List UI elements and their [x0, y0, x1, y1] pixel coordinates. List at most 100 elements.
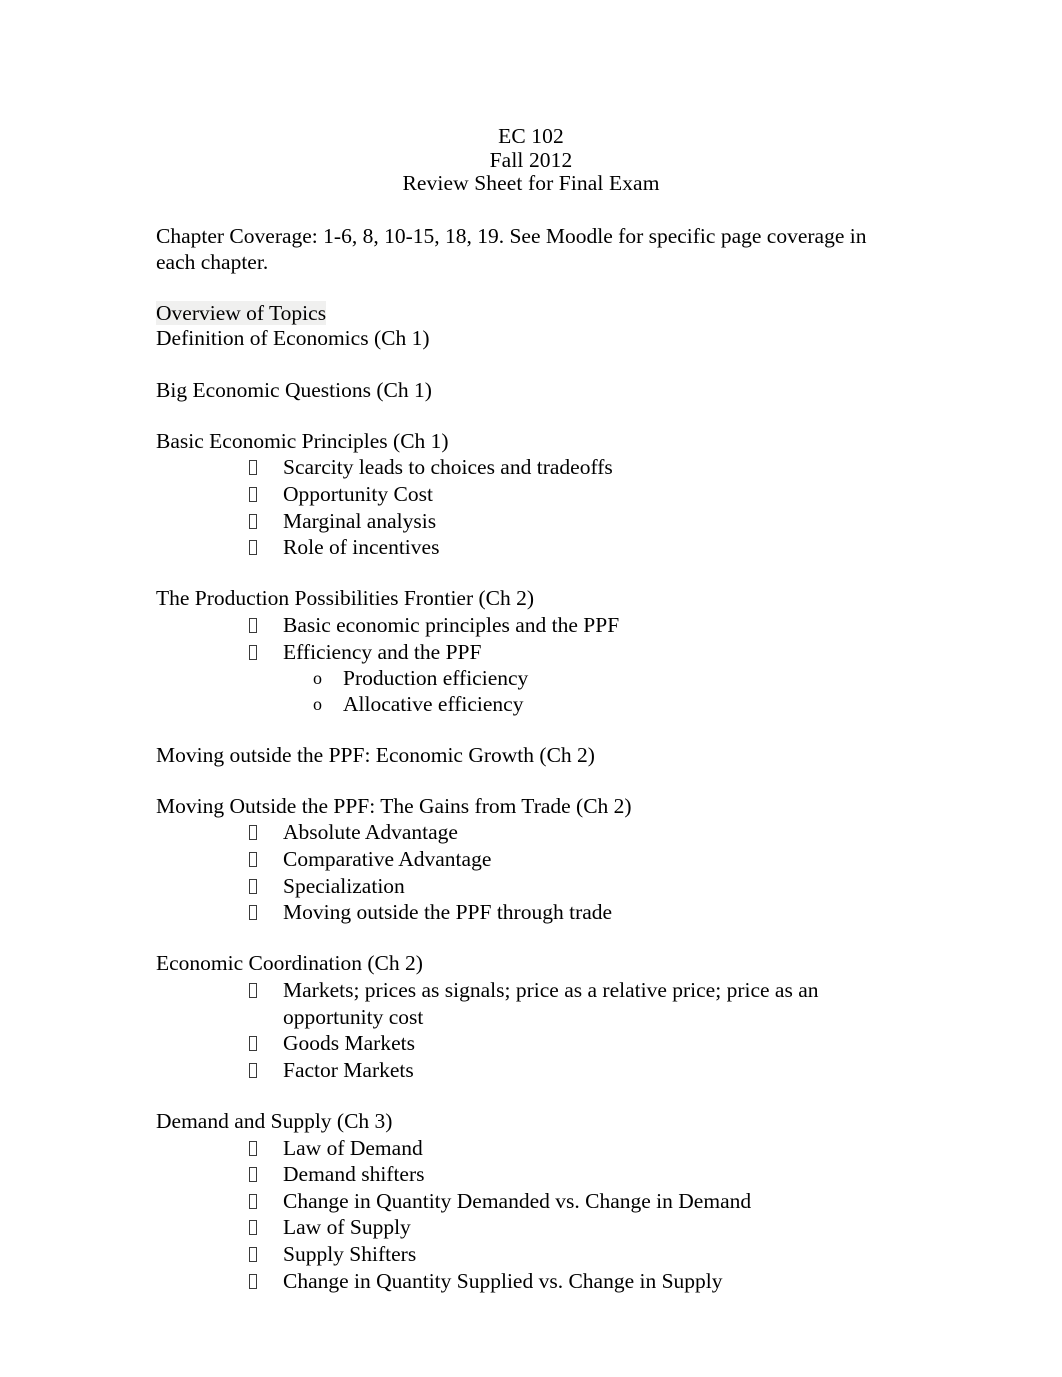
sub-list-item: o Allocative efficiency: [156, 691, 901, 717]
bullet-box-icon: [249, 873, 261, 900]
topic-section: Basic Economic Principles (Ch 1) Scarcity…: [156, 429, 901, 561]
intro-paragraph: Chapter Coverage: 1-6, 8, 10-15, 18, 19.…: [156, 224, 867, 274]
list-item: Absolute Advantage: [156, 819, 901, 846]
list-item-label: Change in Quantity Demanded vs. Change i…: [283, 1188, 752, 1213]
list-item: Moving outside the PPF through trade: [156, 899, 901, 926]
list-item: Goods Markets: [156, 1030, 901, 1057]
list-item: Role of incentives: [156, 534, 901, 561]
list-item-label: Role of incentives: [283, 535, 440, 560]
list-item-label: Law of Supply: [283, 1215, 411, 1240]
list-item: Change in Quantity Supplied vs. Change i…: [156, 1268, 901, 1295]
section-heading: Basic Economic Principles (Ch 1): [156, 428, 449, 453]
sub-list-item: o Production efficiency: [156, 665, 901, 691]
list-item-label: Markets; prices as signals; price as a r…: [283, 978, 819, 1029]
list-item-label: Goods Markets: [283, 1031, 415, 1056]
topic-section: Economic Coordination (Ch 2) Markets; pri…: [156, 951, 901, 1083]
list-item: Scarcity leads to choices and tradeoffs: [156, 454, 901, 481]
bullet-box-icon: [249, 481, 261, 508]
section-heading: Demand and Supply (Ch 3): [156, 1109, 393, 1133]
sub-bullet-list: o Production efficiency o Allocative effici…: [156, 665, 901, 717]
bullet-box-icon: [249, 1057, 261, 1084]
title-line-term: Fall 2012: [489, 147, 573, 172]
document-title-block: EC 102 Fall 2012 Review Sheet for Final …: [0, 124, 1062, 196]
topic-section: Moving Outside the PPF: The Gains from T…: [156, 794, 901, 926]
bullet-list: Basic economic principles and the PPF Eff…: [156, 612, 901, 717]
section-heading: The Production Possibilities Frontier (C…: [156, 586, 535, 611]
section-heading: Economic Coordination (Ch 2): [156, 951, 423, 976]
topic-section: Definition of Economics (Ch 1): [156, 326, 901, 352]
list-item-label: Basic economic principles and the PPF: [283, 612, 620, 637]
sub-bullet-o-icon: o: [313, 694, 322, 715]
topic-section: Moving outside the PPF: Economic Growth …: [156, 743, 901, 769]
list-item-label: Demand shifters: [283, 1162, 425, 1187]
list-item: Efficiency and the PPF: [156, 639, 901, 666]
list-item-label: Specialization: [283, 873, 405, 898]
sub-list-item-label: Allocative efficiency: [343, 692, 524, 717]
list-item-label: Law of Demand: [283, 1135, 423, 1160]
list-item-label: Change in Quantity Supplied vs. Change i…: [283, 1268, 723, 1293]
list-item-label: Supply Shifters: [283, 1241, 417, 1266]
bullet-box-icon: [249, 639, 261, 666]
bullet-box-icon: [249, 1161, 261, 1188]
sub-bullet-o-icon: o: [313, 668, 322, 689]
bullet-box-icon: [249, 612, 261, 639]
bullet-box-icon: [249, 899, 261, 926]
bullet-box-icon: [249, 1188, 261, 1215]
list-item-label: Absolute Advantage: [283, 820, 458, 845]
list-item-label: Efficiency and the PPF: [283, 639, 482, 664]
bullet-list: Markets; prices as signals; price as a r…: [156, 977, 901, 1083]
list-item: Law of Supply: [156, 1214, 901, 1241]
list-item-label: Marginal analysis: [283, 508, 437, 533]
section-heading: Moving Outside the PPF: The Gains from T…: [156, 793, 632, 818]
document-page: EC 102 Fall 2012 Review Sheet for Final …: [0, 0, 1062, 1377]
list-item: Law of Demand: [156, 1135, 901, 1162]
list-item: Markets; prices as signals; price as a r…: [156, 977, 901, 1030]
list-item-label: Factor Markets: [283, 1057, 414, 1082]
topic-section: Big Economic Questions (Ch 1): [156, 378, 901, 404]
topic-section: Demand and Supply (Ch 3) Law of Demand Dem…: [156, 1109, 901, 1294]
list-item: Opportunity Cost: [156, 481, 901, 508]
bullet-list: Absolute Advantage Comparative Advantage S…: [156, 819, 901, 925]
bullet-box-icon: [249, 454, 261, 481]
bullet-box-icon: [249, 534, 261, 561]
bullet-list: Law of Demand Demand shifters Change in Qu…: [156, 1135, 901, 1295]
section-heading: Definition of Economics (Ch 1): [156, 326, 430, 351]
document-body: Chapter Coverage: 1-6, 8, 10-15, 18, 19.…: [156, 224, 901, 1294]
bullet-box-icon: [249, 1241, 261, 1268]
list-item: Supply Shifters: [156, 1241, 901, 1268]
list-item: Marginal analysis: [156, 508, 901, 535]
bullet-box-icon: [249, 1268, 261, 1295]
list-item-label: Moving outside the PPF through trade: [283, 900, 613, 925]
list-item: Demand shifters: [156, 1161, 901, 1188]
title-line-course: EC 102: [498, 124, 564, 148]
bullet-box-icon: [249, 1030, 261, 1057]
bullet-list: Scarcity leads to choices and tradeoffs O…: [156, 454, 901, 560]
section-heading: Moving outside the PPF: Economic Growth …: [156, 742, 595, 767]
list-item-label: Comparative Advantage: [283, 847, 492, 872]
sub-list-item-label: Production efficiency: [343, 666, 529, 691]
bullet-box-icon: [249, 1135, 261, 1162]
bullet-box-icon: [249, 819, 261, 846]
title-line-subject: Review Sheet for Final Exam: [402, 171, 660, 196]
section-heading: Big Economic Questions (Ch 1): [156, 377, 432, 402]
bullet-box-icon: [249, 846, 261, 873]
list-item-label: Opportunity Cost: [283, 481, 433, 506]
bullet-box-icon: [249, 1214, 261, 1241]
overview-heading: Overview of Topics: [156, 300, 901, 327]
list-item: Change in Quantity Demanded vs. Change i…: [156, 1188, 901, 1215]
list-item: Specialization: [156, 873, 901, 900]
topic-sections: Definition of Economics (Ch 1) Big Econom…: [156, 326, 901, 1294]
topic-section: The Production Possibilities Frontier (C…: [156, 586, 901, 717]
list-item: Factor Markets: [156, 1057, 901, 1084]
bullet-box-icon: [249, 508, 261, 535]
overview-heading-text: Overview of Topics: [156, 300, 327, 325]
list-item-label: Scarcity leads to choices and tradeoffs: [283, 455, 613, 480]
